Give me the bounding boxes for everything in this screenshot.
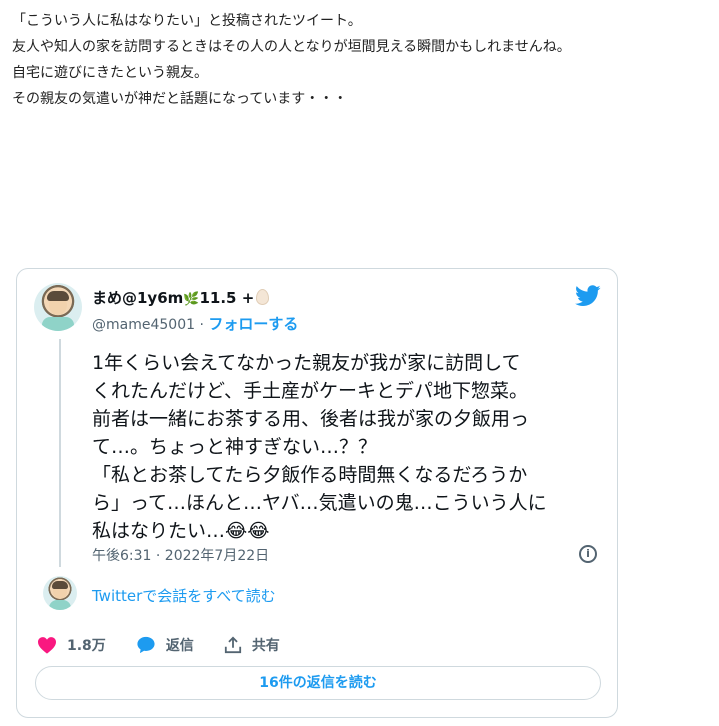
tweet-line: 1年くらい会えてなかった親友が我が家に訪問して [92,352,521,374]
intro-line-3: 自宅に遊びにきたという親友。 [12,65,208,81]
small-avatar[interactable] [43,576,77,610]
read-replies-button[interactable]: 16件の返信を読む [35,666,601,700]
intro-line-1: 「こういう人に私はなりたい」と投稿されたツイート。 [12,13,362,29]
tweet-line: 私はなりたい…😂😂 [92,520,270,542]
tweet-line: くれたんだけど、手土産がケーキとデパ地下惣菜。 [92,380,529,402]
twitter-bird-icon[interactable] [575,285,601,307]
tweet-timestamp[interactable]: 午後6:31 · 2022年7月22日 [92,545,269,565]
heart-icon [38,637,56,654]
reply-button[interactable]: 返信 [136,635,194,655]
share-icon [224,636,241,654]
tweet-line: 「私とお茶してたら夕飯作る時間無くなるだろうか [92,464,528,486]
display-name[interactable]: まめ@1y6m🌿11.5 + [92,287,270,308]
article-intro: 「こういう人に私はなりたい」と投稿されたツイート。 友人や知人の家を訪問するとき… [12,8,717,112]
share-label: 共有 [251,638,280,654]
avatar[interactable] [34,283,82,331]
name-suffix: 11.5 + [199,289,255,307]
thread-line [59,339,61,567]
egg-icon [256,289,270,305]
tweet-line: 前者は一緒にお茶する用、後者は我が家の夕飯用っ [92,408,530,430]
handle-row: @mame45001 · フォローする [92,313,298,334]
intro-line-2: 友人や知人の家を訪問するときはその人の人となりが垣間見える瞬間かもしれませんね。 [12,39,571,55]
like-count: 1.8万 [67,638,106,654]
tweet-line: ら」って…ほんと…ヤバ…気遣いの鬼…こういう人に [92,492,547,514]
share-button[interactable]: 共有 [224,635,280,655]
intro-line-4: その親友の気遣いが神だと話題になっています・・・ [12,91,348,107]
tweet-text: 1年くらい会えてなかった親友が我が家に訪問して くれたんだけど、手土産がケーキと… [92,349,607,545]
embedded-tweet: まめ@1y6m🌿11.5 + @mame45001 · フォローする 1年くらい… [16,268,618,718]
info-icon[interactable]: i [579,545,597,563]
follow-button[interactable]: フォローする [208,315,298,333]
tweet-line: て…。ちょっと神すぎない…？？ [92,436,378,458]
tweet-actions: 1.8万 返信 共有 [37,633,310,657]
separator-dot: · [199,317,204,333]
display-name-text: まめ@1y6m [92,289,184,307]
reply-label: 返信 [165,638,194,654]
reply-icon [137,636,155,654]
user-handle[interactable]: @mame45001 [92,317,195,333]
like-button[interactable]: 1.8万 [37,635,106,655]
read-conversation-link[interactable]: Twitterで会話をすべて読む [92,585,276,606]
leaf-emoji: 🌿 [183,292,200,307]
